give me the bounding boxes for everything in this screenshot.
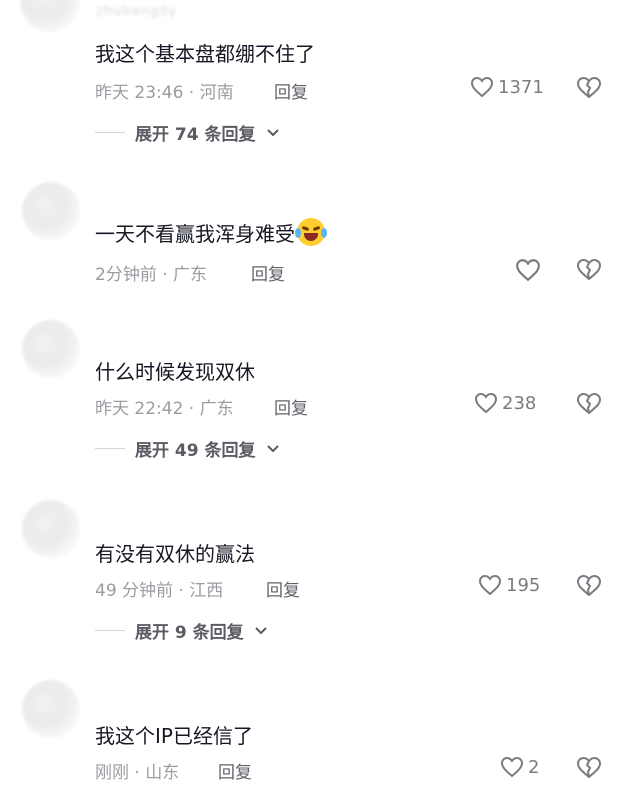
reply-button[interactable]: 回复 (218, 758, 252, 783)
like-count: 1371 (498, 76, 544, 98)
comment-location: 河南 (199, 83, 234, 103)
comment-text: 我这个基本盘都绷不住了 (95, 42, 315, 66)
broken-heart-icon (576, 258, 602, 282)
comment-text: 一天不看赢我浑身难受 (95, 218, 327, 247)
like-count: 2 (528, 756, 540, 778)
comment-meta: 49 分钟前 · 江西 (95, 576, 223, 601)
avatar[interactable] (22, 500, 80, 558)
heart-outline-icon (515, 258, 541, 282)
expand-replies-button[interactable]: 展开 9 条回复 (95, 618, 268, 643)
meta-separator: · (156, 265, 174, 285)
chevron-down-icon (254, 621, 268, 641)
like-button[interactable] (515, 258, 545, 282)
dislike-button[interactable] (576, 756, 602, 780)
broken-heart-icon (576, 392, 602, 416)
comment-location: 广东 (173, 265, 208, 285)
broken-heart-icon (576, 574, 602, 598)
like-button[interactable]: 238 (474, 392, 536, 414)
comment-text: 有没有双休的赢法 (95, 542, 255, 566)
like-button[interactable]: 195 (478, 574, 540, 596)
comment-time: 昨天 22:42 (95, 399, 184, 419)
reply-button[interactable]: 回复 (266, 576, 300, 601)
meta-separator: · (173, 581, 190, 601)
comment-time: 昨天 23:46 (95, 83, 184, 103)
comment-meta: 昨天 22:42 · 广东 (95, 394, 234, 419)
heart-outline-icon (474, 392, 498, 414)
avatar[interactable] (22, 182, 80, 240)
comment-meta: 刚刚 · 山东 (95, 758, 179, 783)
expand-replies-button[interactable]: 展开 49 条回复 (95, 436, 280, 461)
broken-heart-icon (576, 76, 602, 100)
like-button[interactable]: 2 (500, 756, 539, 778)
comment-text-content: 一天不看赢我浑身难受 (95, 222, 295, 246)
dislike-button[interactable] (576, 574, 602, 598)
divider (95, 630, 125, 631)
meta-separator: · (183, 399, 200, 419)
avatar[interactable] (20, 0, 80, 32)
comment-text: 什么时候发现双休 (95, 360, 255, 384)
laughing-tears-emoji (295, 218, 327, 246)
expand-replies-button[interactable]: 展开 74 条回复 (95, 120, 280, 145)
comment-username[interactable]: zhubangdy (96, 4, 177, 19)
expand-replies-label: 展开 74 条回复 (135, 125, 256, 145)
dislike-button[interactable] (576, 258, 602, 282)
comment-text: 我这个IP已经信了 (95, 724, 253, 748)
like-button[interactable]: 1371 (470, 76, 544, 98)
expand-replies-label: 展开 9 条回复 (135, 623, 244, 643)
comment-location: 山东 (145, 763, 180, 783)
comment-location: 广东 (199, 399, 234, 419)
like-count: 195 (506, 574, 541, 596)
dislike-button[interactable] (576, 392, 602, 416)
comment-time: 刚刚 (95, 763, 129, 783)
like-count: 238 (502, 392, 537, 414)
heart-outline-icon (500, 756, 524, 778)
broken-heart-icon (576, 756, 602, 780)
expand-replies-label: 展开 49 条回复 (135, 441, 256, 461)
heart-outline-icon (470, 76, 494, 98)
chevron-down-icon (266, 123, 280, 143)
comment-meta: 昨天 23:46 · 河南 (95, 78, 234, 103)
dislike-button[interactable] (576, 76, 602, 100)
comment-meta: 2分钟前 · 广东 (95, 260, 207, 285)
comment-location: 江西 (189, 581, 224, 601)
divider (95, 448, 125, 449)
meta-separator: · (183, 83, 200, 103)
comment-time: 49 分钟前 (95, 581, 174, 601)
reply-button[interactable]: 回复 (274, 78, 308, 103)
reply-button[interactable]: 回复 (274, 394, 308, 419)
reply-button[interactable]: 回复 (251, 260, 285, 285)
divider (95, 132, 125, 133)
avatar[interactable] (22, 680, 80, 738)
meta-separator: · (129, 763, 146, 783)
heart-outline-icon (478, 574, 502, 596)
avatar[interactable] (22, 320, 80, 378)
comment-time: 2分钟前 (95, 265, 157, 285)
chevron-down-icon (266, 439, 280, 459)
